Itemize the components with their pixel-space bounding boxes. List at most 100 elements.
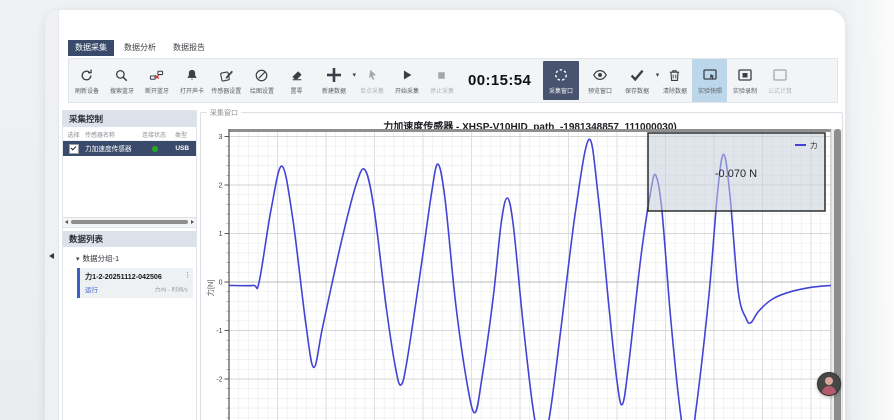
toolbar-label: 采集窗口 [549, 85, 573, 94]
plot-settings-button[interactable]: 绘图设置 [244, 59, 279, 102]
toolbar-label: 实验录制 [733, 85, 757, 94]
scroll-left-icon[interactable] [65, 220, 68, 224]
toolbar-label: 开始采集 [395, 85, 419, 94]
save-data-button[interactable]: 保存数据▾ [617, 59, 657, 102]
scrollbar-thumb[interactable] [71, 220, 188, 225]
toolbar-left-group: 刷新设备 搜索蓝牙断开蓝牙打开声卡传感器设置绘图设置 置零 新建数据▾ 单点采集 开始采集… [69, 59, 459, 102]
data-record-item[interactable]: 力1-2-20251112-042506 ⋮ 运行 力/N - 时间/s [77, 268, 193, 298]
sensor-checkbox[interactable] [69, 144, 79, 154]
data-tree: ▾数据分组-1 力1-2-20251112-042506 ⋮ 运行 力/N - … [63, 247, 196, 298]
toolbar-right-group: 采集窗口 预览窗口保存数据▾ 清除数据 实验快照 实验录制 公式计算 [540, 59, 797, 102]
experiment-record-button[interactable]: 实验录制 [727, 59, 762, 102]
disconnect-icon [149, 66, 164, 84]
status-dot [152, 146, 158, 152]
search-icon [114, 66, 129, 84]
toolbar-label: 传感器设置 [212, 85, 242, 94]
sensor-name: 力加速度传感器 [85, 144, 132, 154]
groupbox-label: 采集窗口 [207, 108, 241, 118]
item-menu-icon[interactable]: ⋮ [184, 271, 191, 279]
annotation-value: -0.070 N [715, 168, 757, 180]
zero-button[interactable]: 置零 [279, 59, 314, 102]
data-group-label: 数据分组-1 [83, 254, 120, 263]
y-tick-label: -2 [216, 377, 222, 384]
scroll-right-icon[interactable] [191, 220, 194, 224]
tab-1[interactable]: 数据采集 [68, 40, 114, 56]
data-record-title: 力1-2-20251112-042506 [85, 271, 183, 281]
plot-area[interactable]: 3 2 1 0 -1 -2 力[N] -0.070 N 力 [201, 129, 844, 420]
y-tick-label: 2 [219, 183, 223, 190]
experiment-snapshot-button[interactable]: 实验快照 [692, 59, 727, 102]
sensor-type: USB [175, 145, 189, 152]
toolbar-label: 预览窗口 [588, 85, 612, 94]
refresh-icon [79, 66, 94, 84]
collection-control-header: 采集控制 [63, 111, 196, 127]
stop-icon [435, 66, 448, 84]
data-list-header: 数据列表 [63, 231, 196, 247]
toolbar-label: 置零 [291, 85, 303, 94]
record-icon [737, 66, 753, 84]
main-tab-bar: 数据采集数据分析数据报告 [68, 40, 212, 56]
toolbar-label: 刷新设备 [75, 85, 99, 94]
y-axis-label: 力[N] [205, 279, 215, 296]
sensor-list-empty-area [63, 156, 196, 217]
sensor-table-header: 选择传感器名称连接状态类型 [63, 127, 196, 141]
toolbar-label: 绘图设置 [250, 85, 274, 94]
check-icon [629, 66, 645, 84]
sensor-row[interactable]: 力加速度传感器 USB [63, 141, 196, 156]
sidebar: 采集控制 选择传感器名称连接状态类型 力加速度传感器 USB 数据列表 ▾数据分… [62, 110, 197, 420]
column-header-3: 连接状态 [142, 129, 173, 138]
acquisition-timer: 00:15:54 [468, 72, 531, 89]
toolbar-label: 单点采集 [360, 85, 384, 94]
avatar-head [825, 377, 833, 385]
y-tick-label: -1 [216, 328, 222, 335]
disconnect-bluetooth-button[interactable]: 断开蓝牙 [139, 59, 174, 102]
app-window: 数据采集数据分析数据报告 刷新设备 搜索蓝牙断开蓝牙打开声卡传感器设置绘图设置 置零… [45, 10, 845, 420]
toolbar-label: 清除数据 [663, 85, 687, 94]
clear-data-button[interactable]: 清除数据 [657, 59, 692, 102]
plus-icon [325, 66, 343, 84]
y-tick-label: 0 [219, 280, 223, 287]
preview-window-button[interactable]: 预览窗口 [582, 59, 617, 102]
new-data-button[interactable]: 新建数据▾ [314, 59, 354, 102]
column-header-1: 选择 [63, 129, 83, 138]
toolbar-label: 停止采集 [430, 85, 454, 94]
single-point-acquire-button: 单点采集 [354, 59, 389, 102]
snapshot-icon [702, 66, 718, 84]
eraser-icon [290, 66, 304, 84]
tab-2[interactable]: 数据分析 [117, 40, 163, 56]
horizontal-scrollbar[interactable] [63, 217, 196, 228]
dashed-circle-icon [553, 66, 569, 84]
data-record-status: 运行 [85, 284, 98, 294]
desktop-background: 数据采集数据分析数据报告 刷新设备 搜索蓝牙断开蓝牙打开声卡传感器设置绘图设置 置零… [0, 0, 894, 420]
y-tick-label: 1 [219, 231, 223, 238]
toolbar-label: 打开声卡 [180, 85, 204, 94]
open-soundcard-button[interactable]: 打开声卡 [174, 59, 209, 102]
collapse-arrow-icon[interactable] [49, 253, 54, 259]
toolbar-label: 公式计算 [768, 85, 792, 94]
data-record-axes: 力/N - 时间/s [155, 285, 188, 294]
y-tick-label: 3 [219, 134, 223, 141]
refresh-device-button[interactable]: 刷新设备 [69, 59, 104, 102]
column-header-2: 传感器名称 [85, 129, 138, 138]
acquire-window-button[interactable]: 采集窗口 [543, 61, 579, 100]
sensor-settings-button[interactable]: 传感器设置 [209, 59, 244, 102]
eye-icon [592, 66, 608, 84]
data-group-row[interactable]: ▾数据分组-1 [63, 252, 196, 265]
column-header-4: 类型 [175, 129, 194, 138]
side-collapse-strip [45, 10, 59, 420]
bell-icon [185, 66, 199, 84]
start-acquire-button[interactable]: 开始采集 [389, 59, 424, 102]
formula-calc-button: 公式计算 [762, 59, 797, 102]
toolbar-label: 实验快照 [698, 85, 722, 94]
pointer-icon [365, 66, 379, 84]
chevron-down-icon[interactable]: ▾ [76, 256, 80, 263]
legend-label: 力 [810, 140, 818, 150]
play-icon [400, 66, 414, 84]
toolbar-label: 搜索蓝牙 [110, 85, 134, 94]
toolbar-label: 新建数据 [322, 85, 346, 94]
gauge-icon [254, 66, 269, 84]
assistant-avatar[interactable] [817, 372, 841, 396]
tab-3[interactable]: 数据报告 [166, 40, 212, 56]
stop-acquire-button: 停止采集 [424, 59, 459, 102]
search-bluetooth-button[interactable]: 搜索蓝牙 [104, 59, 139, 102]
